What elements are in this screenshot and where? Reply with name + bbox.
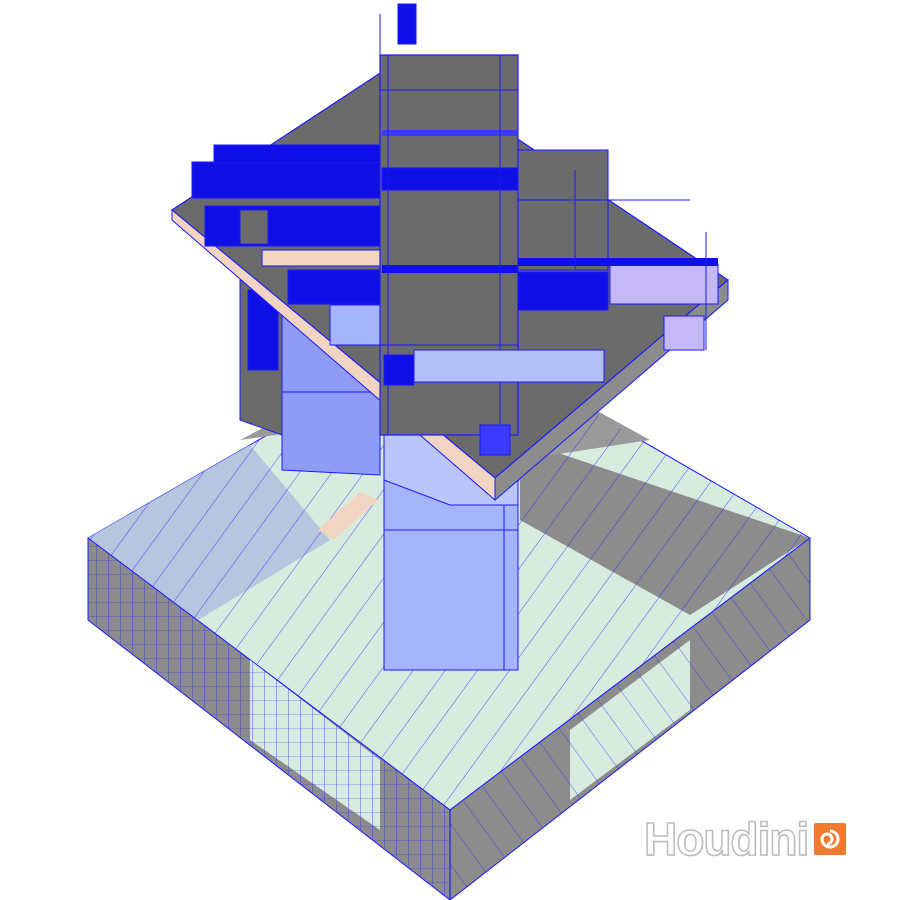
block-left-7 [329, 304, 381, 346]
block-left-3 [204, 205, 382, 247]
block-left-4 [239, 209, 269, 245]
block-right-3 [609, 263, 719, 305]
tower-band-3 [382, 130, 518, 136]
3d-viewport[interactable]: Houdini [0, 0, 900, 900]
block-left-5 [287, 269, 381, 305]
tower-band-1 [381, 167, 519, 191]
houdini-swirl-icon [814, 823, 847, 855]
block-right-5 [518, 258, 718, 266]
scene-render[interactable] [0, 0, 900, 900]
houdini-watermark: Houdini [643, 813, 848, 865]
tower-band-2 [382, 265, 518, 273]
antenna [397, 3, 417, 45]
block-right-1 [517, 149, 609, 271]
block-left-1 [191, 161, 383, 199]
block-left-2 [213, 144, 385, 164]
block-right-8 [479, 424, 511, 456]
block-right-4 [663, 315, 705, 351]
watermark-text: Houdini [643, 813, 810, 865]
block-right-6 [413, 349, 605, 383]
block-right-7 [383, 354, 415, 386]
block-right-2 [517, 271, 609, 311]
block-left-6 [261, 249, 383, 267]
